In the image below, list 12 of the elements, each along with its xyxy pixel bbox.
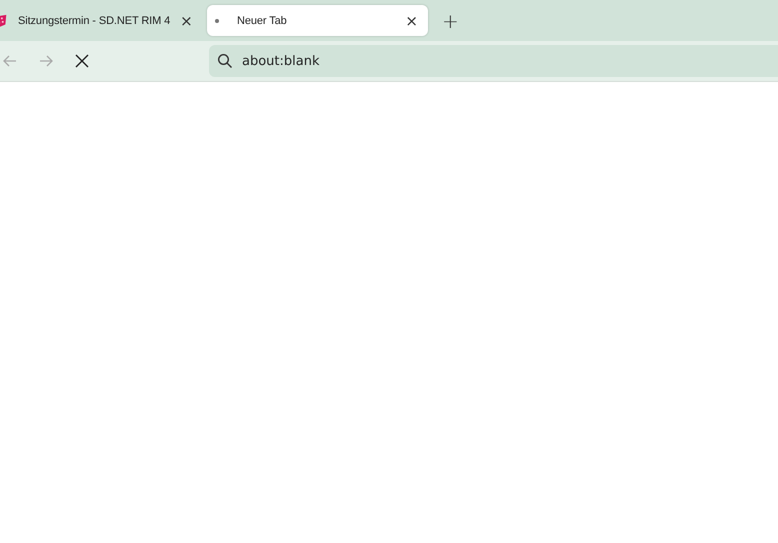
close-button[interactable]: ×	[403, 12, 420, 30]
browser-tab[interactable]: Sitzungstermin - SD.NET RIM 4 ×	[0, 5, 199, 36]
forward-arrow-icon	[38, 53, 54, 69]
search-icon	[217, 53, 233, 69]
tab-title: Neuer Tab	[237, 14, 288, 26]
close-button[interactable]: ×	[178, 12, 195, 30]
browser-tab[interactable]: Neuer Tab ×	[207, 5, 428, 36]
back-arrow-icon	[2, 53, 18, 69]
tab-title: Sitzungstermin - SD.NET RIM 4	[18, 14, 170, 26]
close-icon	[74, 53, 90, 69]
address-bar[interactable]: about:blank	[209, 45, 778, 77]
new-tab-button[interactable]: +	[436, 8, 465, 32]
